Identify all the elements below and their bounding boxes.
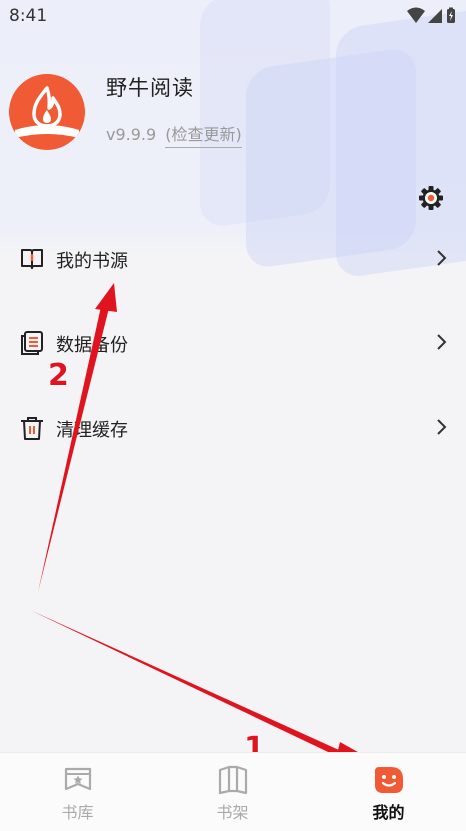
status-bar: 8:41 [0, 0, 466, 32]
version-row: v9.9.9 (检查更新) [106, 121, 242, 148]
book-source-icon [21, 249, 43, 269]
chevron-right-icon [437, 250, 447, 266]
menu-item-book-source[interactable]: 我的书源 [0, 234, 466, 282]
tab-label: 我的 [372, 803, 405, 822]
app-name: 野牛阅读 [106, 76, 194, 100]
settings-gear-icon[interactable] [418, 185, 444, 211]
wifi-icon [407, 7, 425, 23]
bottom-tab-bar: 书库 书架 我的 [0, 752, 466, 831]
chevron-right-icon [437, 334, 447, 350]
menu-label: 我的书源 [56, 251, 128, 272]
trash-icon [21, 417, 43, 440]
chevron-right-icon [437, 419, 447, 435]
mine-icon [375, 767, 403, 793]
status-icons [406, 7, 456, 29]
version-text: v9.9.9 [106, 125, 157, 144]
tab-bookshelf[interactable]: 书架 [155, 753, 310, 831]
status-time: 8:41 [9, 6, 48, 26]
menu-label: 数据备份 [56, 335, 128, 356]
battery-icon [447, 7, 455, 23]
fire-book-icon [15, 86, 79, 138]
menu-item-clear-cache[interactable]: 清理缓存 [0, 403, 466, 451]
menu-item-data-backup[interactable]: 数据备份 [0, 318, 466, 366]
check-update-link[interactable]: (检查更新) [165, 125, 242, 148]
menu-label: 清理缓存 [56, 420, 128, 441]
signal-icon [428, 9, 442, 23]
tab-library[interactable]: 书库 [0, 753, 155, 831]
tab-label: 书架 [216, 803, 249, 822]
tab-mine[interactable]: 我的 [311, 753, 466, 831]
library-icon [64, 767, 92, 791]
tab-label: 书库 [61, 803, 94, 822]
bookshelf-icon [218, 765, 248, 795]
backup-icon [21, 331, 43, 355]
app-logo[interactable] [9, 74, 85, 150]
